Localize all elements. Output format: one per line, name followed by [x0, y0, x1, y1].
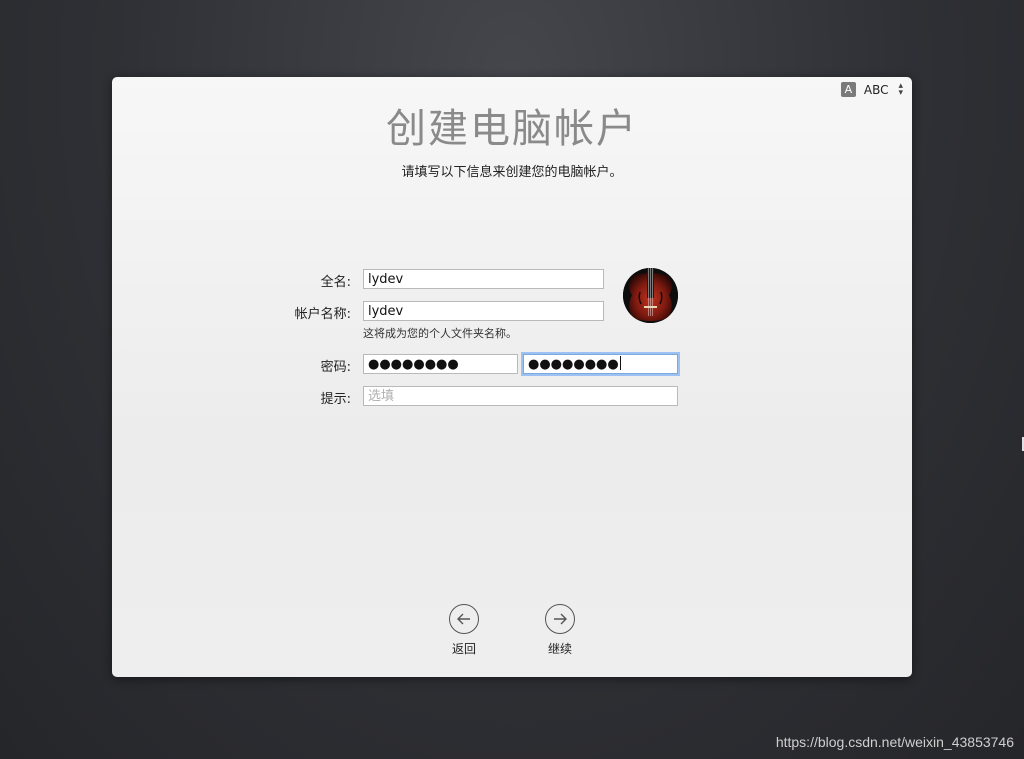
setup-window: A ABC ▴ ▾ 创建电脑帐户 请填写以下信息来创建您的电脑帐户。 全名: ly…	[112, 77, 912, 677]
password-dots: ●●●●●●●●	[368, 357, 459, 372]
password-hint-field[interactable]: 选填	[363, 386, 678, 406]
page-title: 创建电脑帐户	[386, 106, 638, 152]
back-button[interactable]: 返回	[434, 604, 494, 657]
forward-arrow-icon	[545, 604, 575, 634]
account-name-label: 帐户名称:	[294, 307, 351, 322]
violin-picture-icon	[623, 268, 678, 323]
watermark: https://blog.csdn.net/weixin_43853746	[775, 734, 1014, 750]
page-subtitle: 请填写以下信息来创建您的电脑帐户。	[401, 165, 623, 180]
account-name-field[interactable]: lydev	[363, 301, 604, 321]
continue-button-label: 继续	[547, 642, 572, 656]
full-name-label: 全名:	[320, 275, 351, 290]
user-avatar[interactable]	[623, 268, 678, 323]
verify-password-dots: ●●●●●●●●	[528, 357, 619, 372]
continue-button[interactable]: 继续	[530, 604, 590, 657]
input-source-label: ABC	[863, 82, 889, 97]
full-name-field[interactable]: lydev	[363, 269, 604, 289]
back-button-label: 返回	[451, 642, 476, 656]
input-source-badge: A	[840, 82, 856, 97]
text-caret	[619, 356, 621, 370]
back-arrow-icon	[449, 604, 479, 634]
hint-label: 提示:	[320, 392, 351, 407]
input-source-menu[interactable]: A ABC ▴ ▾	[840, 80, 903, 98]
verify-password-field[interactable]: ●●●●●●●●	[523, 354, 678, 374]
password-label: 密码:	[320, 360, 351, 375]
account-name-hint: 这将成为您的个人文件夹名称。	[363, 327, 517, 340]
password-field[interactable]: ●●●●●●●●	[363, 354, 518, 374]
updown-chevron-icon: ▴ ▾	[898, 80, 903, 98]
